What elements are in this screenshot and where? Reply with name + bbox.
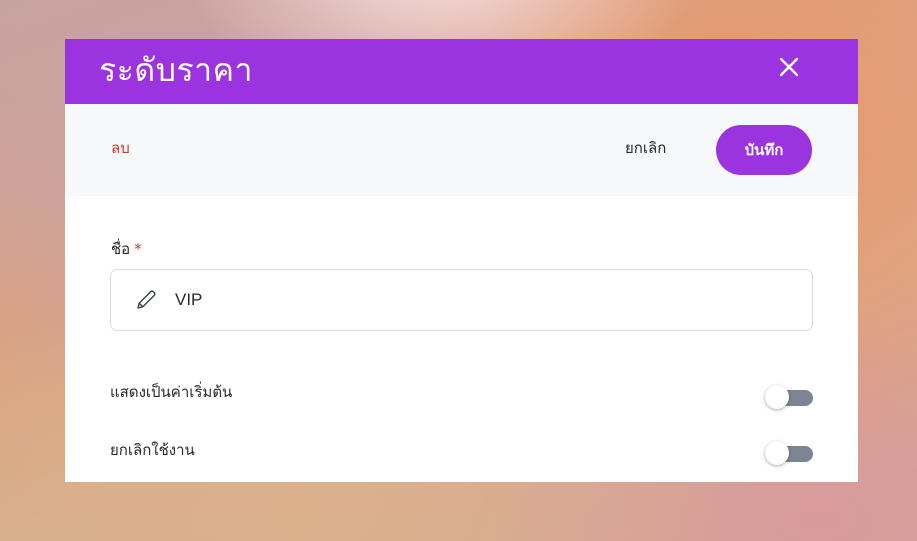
dialog-header: ระดับราคา xyxy=(65,39,858,104)
required-mark: * xyxy=(134,240,142,258)
close-button[interactable] xyxy=(775,53,803,81)
pencil-icon xyxy=(133,287,159,313)
toggle-knob xyxy=(765,385,789,409)
default-toggle-label: แสดงเป็นค่าเริ่มต้น xyxy=(110,383,233,401)
toggle-knob xyxy=(765,441,789,465)
delete-button[interactable]: ลบ xyxy=(111,137,130,159)
dialog-title: ระดับราคา xyxy=(99,51,253,89)
price-level-dialog: ระดับราคา ลบ ยกเลิก บันทึก ชื่อ* แสดงเป็… xyxy=(65,39,858,482)
name-label-text: ชื่อ xyxy=(111,240,131,258)
name-input[interactable] xyxy=(175,288,775,312)
dialog-toolbar: ลบ ยกเลิก บันทึก xyxy=(65,104,858,196)
name-field-label: ชื่อ * xyxy=(111,239,142,259)
name-field[interactable] xyxy=(110,269,813,331)
close-icon xyxy=(779,57,799,77)
save-button-label: บันทึก xyxy=(744,141,784,159)
disable-toggle[interactable] xyxy=(765,441,815,465)
cancel-button[interactable]: ยกเลิก xyxy=(625,137,666,159)
save-button[interactable]: บันทึก xyxy=(716,125,812,175)
disable-toggle-label: ยกเลิกใช้งาน xyxy=(110,441,195,459)
default-toggle[interactable] xyxy=(765,385,815,409)
